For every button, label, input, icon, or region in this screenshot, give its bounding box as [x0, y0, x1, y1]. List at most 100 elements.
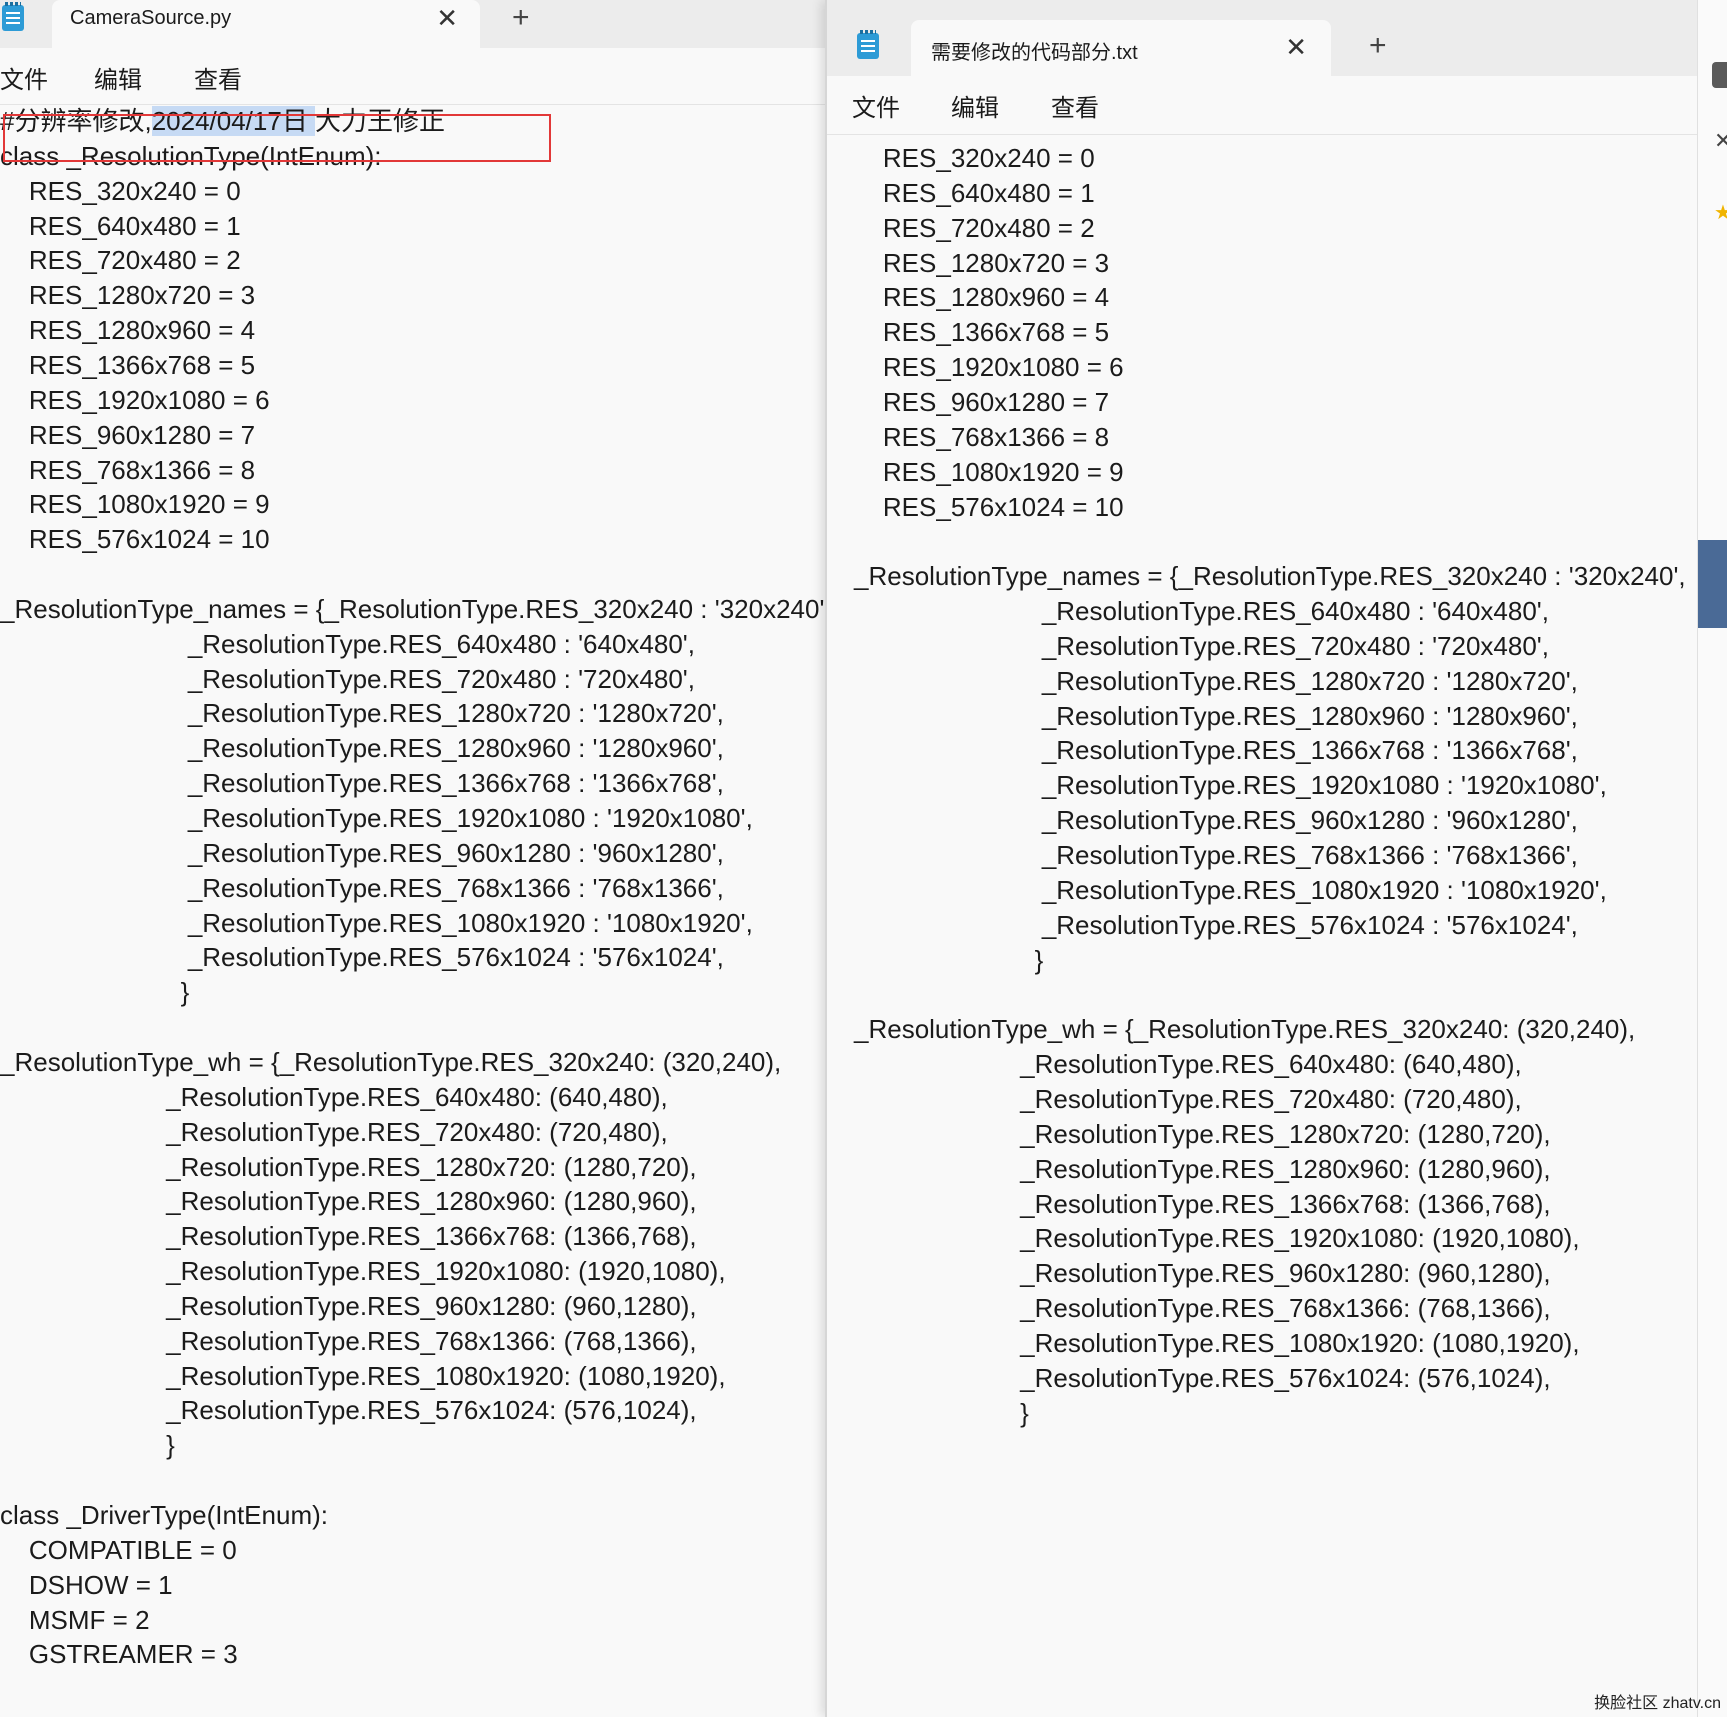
- code-line: RES_1366x768 = 5: [0, 349, 256, 380]
- tab-snippet[interactable]: 需要修改的代码部分.txt ✕: [911, 20, 1331, 76]
- menu-file[interactable]: 文件: [852, 88, 900, 123]
- side-panel-tab[interactable]: [1698, 540, 1727, 628]
- text-editor[interactable]: RES_320x240 = 0 RES_640x480 = 1 RES_720x…: [827, 135, 1699, 1717]
- code-line: }: [854, 1397, 1029, 1428]
- code-line: _ResolutionType.RES_1920x1080 : '1920x10…: [854, 770, 1607, 801]
- code-line: _ResolutionType.RES_768x1366: (768,1366)…: [0, 1325, 697, 1356]
- code-line: _ResolutionType.RES_576x1024 : '576x1024…: [0, 942, 724, 973]
- new-tab-icon[interactable]: +: [1369, 31, 1387, 61]
- scroll-handle[interactable]: [1712, 62, 1727, 88]
- menu-edit[interactable]: 编辑: [951, 88, 999, 123]
- code-line: _ResolutionType.RES_1280x720: (1280,720)…: [854, 1118, 1551, 1149]
- notepad-window-snippet: 需要修改的代码部分.txt ✕ + 文件 编辑 查看 RES_320x240 =…: [825, 0, 1699, 1717]
- code-line: _ResolutionType.RES_720x480 : '720x480',: [854, 630, 1549, 661]
- menu-edit[interactable]: 编辑: [94, 60, 142, 95]
- code-line: MSMF = 2: [0, 1604, 150, 1635]
- code-line: _ResolutionType.RES_720x480: (720,480),: [0, 1116, 668, 1147]
- code-line: _ResolutionType.RES_640x480: (640,480),: [854, 1049, 1522, 1080]
- code-line: _ResolutionType_names = {_ResolutionType…: [854, 561, 1686, 592]
- code-line: _ResolutionType.RES_960x1280: (960,1280)…: [854, 1258, 1551, 1289]
- code-line: RES_1366x768 = 5: [854, 317, 1110, 348]
- code-line: RES_960x1280 = 7: [854, 386, 1110, 417]
- code-line: _ResolutionType.RES_768x1366 : '768x1366…: [854, 840, 1578, 870]
- code-line: RES_1280x960 = 4: [0, 315, 256, 346]
- code-line: RES_1280x720 = 3: [854, 247, 1110, 278]
- code-line: RES_320x240 = 0: [854, 143, 1095, 173]
- code-line: RES_320x240 = 0: [0, 175, 241, 206]
- notepad-window-camerasource: CameraSource.py ✕ + 文件 编辑 查看 #分辨率修改,2024…: [0, 0, 825, 1717]
- code-line: _ResolutionType.RES_960x1280: (960,1280)…: [0, 1290, 697, 1321]
- code-line: _ResolutionType.RES_1080x1920: (1080,192…: [0, 1360, 726, 1391]
- code-line: _ResolutionType_names = {_ResolutionType…: [0, 593, 825, 624]
- code-line: RES_1920x1080 = 6: [854, 352, 1124, 383]
- code-line: _ResolutionType.RES_576x1024 : '576x1024…: [854, 909, 1578, 940]
- code-line: _ResolutionType.RES_576x1024: (576,1024)…: [854, 1362, 1551, 1393]
- code-text: #分辨率修改,: [0, 106, 152, 136]
- new-tab-icon[interactable]: +: [512, 3, 530, 33]
- close-tab-icon[interactable]: ✕: [436, 5, 458, 31]
- code-line: _ResolutionType.RES_1920x1080 : '1920x10…: [0, 803, 753, 833]
- code-line: }: [0, 977, 190, 1008]
- code-line: _ResolutionType.RES_640x480: (640,480),: [0, 1081, 668, 1112]
- code-line: _ResolutionType.RES_1366x768: (1366,768)…: [0, 1221, 697, 1252]
- code-line: }: [0, 1430, 175, 1461]
- background-window-edge: ✕ ★: [1697, 0, 1727, 1717]
- code-line: RES_720x480 = 2: [0, 245, 241, 276]
- code-line: _ResolutionType.RES_640x480 : '640x480',: [854, 596, 1549, 627]
- code-line: _ResolutionType.RES_1280x960: (1280,960)…: [854, 1153, 1551, 1184]
- code-line: _ResolutionType.RES_1280x720 : '1280x720…: [854, 665, 1578, 696]
- tab-camerasource[interactable]: CameraSource.py ✕: [52, 0, 480, 48]
- code-line: _ResolutionType.RES_960x1280 : '960x1280…: [854, 805, 1578, 836]
- code-line: _ResolutionType.RES_1366x768: (1366,768)…: [854, 1188, 1551, 1219]
- code-line: _ResolutionType_wh = {_ResolutionType.RE…: [854, 1014, 1636, 1045]
- tab-bar: 需要修改的代码部分.txt ✕ +: [827, 0, 1699, 76]
- code-line: _ResolutionType.RES_1280x720 : '1280x720…: [0, 698, 724, 729]
- text-editor[interactable]: #分辨率修改,2024/04/17日 大力王修正 class _Resolutio…: [0, 105, 825, 1717]
- code-line: GSTREAMER = 3: [0, 1639, 238, 1670]
- code-line: RES_1920x1080 = 6: [0, 384, 270, 415]
- menu-bar: 文件 编辑 查看: [827, 76, 1699, 135]
- code-line: #分辨率修改,2024/04/17日 大力王修正: [0, 104, 445, 138]
- code-line: RES_1080x1920 = 9: [854, 456, 1124, 487]
- code-line: _ResolutionType.RES_1366x768 : '1366x768…: [854, 735, 1578, 766]
- code-line: _ResolutionType.RES_1920x1080: (1920,108…: [0, 1256, 726, 1287]
- watermark: 换脸社区 zhatv.cn: [1594, 1695, 1721, 1712]
- menu-bar: 文件 编辑 查看: [0, 48, 825, 105]
- code-line: _ResolutionType.RES_720x480 : '720x480',: [0, 663, 695, 694]
- code-line: _ResolutionType.RES_1366x768 : '1366x768…: [0, 768, 724, 799]
- tab-title: 需要修改的代码部分.txt: [931, 42, 1138, 64]
- code-line: _ResolutionType.RES_960x1280 : '960x1280…: [0, 837, 724, 868]
- code-line: _ResolutionType.RES_768x1366 : '768x1366…: [0, 872, 724, 903]
- close-tab-icon[interactable]: ✕: [1285, 34, 1307, 60]
- code-line: RES_1280x960 = 4: [854, 282, 1110, 313]
- code-line: RES_768x1366 = 8: [854, 421, 1110, 452]
- star-icon[interactable]: ★: [1714, 200, 1727, 225]
- code-line: _ResolutionType.RES_1080x1920 : '1080x19…: [854, 874, 1607, 905]
- menu-view[interactable]: 查看: [194, 60, 242, 95]
- code-line: RES_720x480 = 2: [854, 212, 1095, 243]
- tab-title: CameraSource.py: [70, 7, 232, 29]
- code-line: _ResolutionType.RES_1280x960 : '1280x960…: [0, 733, 724, 764]
- code-line: _ResolutionType.RES_1280x960 : '1280x960…: [854, 700, 1578, 731]
- notepad-app-icon: [2, 2, 24, 31]
- code-line: _ResolutionType.RES_768x1366: (768,1366)…: [854, 1293, 1551, 1324]
- code-line: RES_640x480 = 1: [0, 210, 241, 241]
- code-line: _ResolutionType_wh = {_ResolutionType.RE…: [0, 1046, 782, 1077]
- code-line: COMPATIBLE = 0: [0, 1534, 237, 1565]
- menu-view[interactable]: 查看: [1051, 88, 1099, 123]
- notepad-app-icon: [857, 30, 879, 59]
- close-icon[interactable]: ✕: [1714, 128, 1727, 154]
- code-line: RES_576x1024 = 10: [0, 524, 270, 555]
- code-line: _ResolutionType.RES_1920x1080: (1920,108…: [854, 1223, 1580, 1254]
- code-line: RES_640x480 = 1: [854, 177, 1095, 208]
- code-text: 大力王修正: [315, 106, 446, 136]
- code-line: }: [854, 944, 1044, 975]
- code-line: class _DriverType(IntEnum):: [0, 1500, 328, 1530]
- code-line: RES_960x1280 = 7: [0, 419, 256, 450]
- code-line: RES_576x1024 = 10: [854, 491, 1124, 522]
- code-line: RES_1080x1920 = 9: [0, 489, 270, 520]
- code-line: _ResolutionType.RES_1280x720: (1280,720)…: [0, 1151, 697, 1182]
- menu-file[interactable]: 文件: [0, 60, 48, 95]
- code-line: _ResolutionType.RES_576x1024: (576,1024)…: [0, 1395, 697, 1426]
- code-line: RES_768x1366 = 8: [0, 454, 256, 485]
